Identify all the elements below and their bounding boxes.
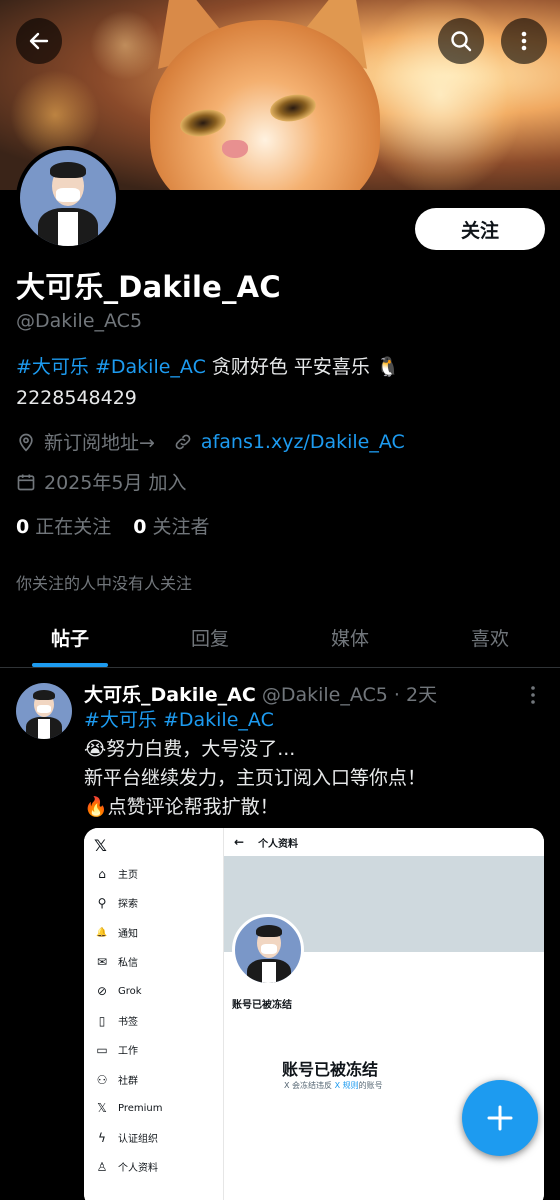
cat-nose: [222, 140, 248, 158]
back-button[interactable]: [16, 18, 62, 64]
bio-number: 2228548429: [16, 387, 137, 409]
avatar-hair: [33, 690, 55, 700]
embedded-nav-item: ⚇ 社群: [94, 1072, 138, 1088]
follow-button[interactable]: 关注: [415, 208, 545, 250]
search-button[interactable]: [438, 18, 484, 64]
embedded-nav-item: 𝕏 Premium: [94, 1101, 162, 1115]
post-hashtags[interactable]: #大可乐 #Dakile_AC: [84, 706, 544, 735]
post-line: 新平台继续发力，主页订阅入口等你点！: [84, 767, 427, 789]
search-icon: ⚲: [97, 895, 107, 910]
following-count: 0: [16, 516, 30, 538]
tab-posts[interactable]: 帖子: [0, 608, 140, 667]
link-icon: [175, 434, 191, 449]
plus-icon: [487, 1105, 513, 1131]
tab-likes[interactable]: 喜欢: [420, 608, 560, 667]
calendar-icon: [17, 474, 35, 490]
embedded-nav-item: ▯ 书签: [94, 1013, 138, 1029]
bio-text: 贪财好色 平安喜乐 🐧: [205, 356, 400, 378]
avatar-image: [20, 150, 116, 246]
embedded-nav-item: ⚲ 探索: [94, 895, 138, 911]
embedded-nav-item: ✉ 私信: [94, 954, 138, 970]
profile-joined-row: 2025年5月 加入: [16, 468, 186, 495]
post-more-icon[interactable]: [524, 684, 542, 706]
more-options-button[interactable]: [501, 18, 547, 64]
mail-icon: ✉: [96, 954, 108, 969]
followers-you-know-text: 你关注的人中没有人关注: [16, 574, 193, 593]
briefcase-icon: ▭: [96, 1042, 108, 1057]
home-icon: ⌂: [98, 866, 106, 881]
profile-bio: #大可乐 #Dakile_AC 贪财好色 平安喜乐 🐧 2228548429: [16, 352, 546, 414]
bio-hashtag[interactable]: #大可乐: [16, 356, 89, 378]
profile-tabs: 帖子 回复 媒体 喜欢: [0, 608, 560, 668]
profile-website-link[interactable]: afans1.xyz/Dakile_AC: [201, 431, 405, 453]
post-line: 🔥点赞评论帮我扩散！: [84, 796, 279, 818]
location-icon: [19, 433, 33, 452]
arrow-left-icon: [29, 32, 49, 50]
x-logo-icon: 𝕏: [94, 836, 107, 855]
person-icon: ♙: [96, 1159, 108, 1174]
embedded-nav-item: ♙ 个人资料: [94, 1159, 158, 1175]
avatar-shirt: [262, 962, 276, 983]
embedded-frozen-note: X 会冻结违反 X 规则的账号: [284, 1081, 383, 1090]
followers-count: 0: [133, 516, 147, 538]
followers-stat[interactable]: 0 关注者: [133, 512, 209, 539]
embedded-header-title: 个人资料: [258, 838, 299, 850]
avatar-mask: [56, 188, 80, 202]
avatar-mask: [261, 944, 277, 954]
community-icon: ⚇: [96, 1072, 108, 1087]
embedded-sidebar: 𝕏 ⌂ 主页 ⚲ 探索 🔔 通知 ✉ 私信 ⊘ Grok ▯ 书签 ▭ 工作 ⚇ 社群 𝕏 Pre…: [84, 828, 224, 1200]
arrow-left-icon: ←: [234, 835, 245, 849]
profile-avatar[interactable]: [16, 146, 120, 250]
tab-replies[interactable]: 回复: [140, 608, 280, 667]
post-line: 😭努力白费，大号没了...: [84, 738, 296, 760]
banner-light: [360, 0, 520, 190]
embedded-avatar: [232, 914, 304, 986]
profile-meta-row: 新订阅地址→ afans1.xyz/Dakile_AC: [16, 428, 405, 455]
avatar-hair: [256, 925, 282, 937]
embedded-nav-item: ▭ 工作: [94, 1042, 138, 1058]
bio-hashtag[interactable]: #Dakile_AC: [95, 356, 206, 378]
avatar-shirt: [58, 212, 78, 246]
tab-media[interactable]: 媒体: [280, 608, 420, 667]
avatar-hair: [50, 162, 86, 178]
post-avatar[interactable]: [16, 683, 72, 739]
lightning-icon: ϟ: [98, 1130, 106, 1145]
embedded-nav-item: ⊘ Grok: [94, 984, 142, 998]
post-body: #大可乐 #Dakile_AC 😭努力白费，大号没了... 新平台继续发力，主页…: [84, 706, 544, 822]
embedded-frozen-title: 账号已被冻结: [282, 1060, 379, 1079]
following-label: 正在关注: [35, 516, 112, 538]
post-timestamp: · 2天: [387, 684, 438, 706]
post-author-handle[interactable]: @Dakile_AC5: [262, 684, 388, 706]
profile-joined-date: 2025年5月 加入: [44, 472, 187, 494]
bell-icon: 🔔: [96, 927, 108, 938]
embedded-topbar: ← 个人资料: [224, 828, 544, 856]
follow-stats: 0 正在关注 0 关注者: [16, 512, 232, 539]
active-tab-indicator: [32, 663, 108, 667]
embedded-nav-item: ϟ 认证组织: [94, 1130, 158, 1146]
embedded-frozen-label: 账号已被冻结: [232, 1000, 292, 1011]
profile-location: 新订阅地址→: [44, 432, 155, 454]
post-header: 大可乐_Dakile_AC @Dakile_AC5 · 2天: [84, 680, 437, 707]
display-name: 大可乐_Dakile_AC: [16, 270, 281, 304]
x-premium-icon: 𝕏: [97, 1101, 107, 1115]
embedded-nav-item: ⌂ 主页: [94, 866, 138, 882]
bookmark-icon: ▯: [98, 1013, 106, 1028]
avatar-mask: [37, 705, 51, 713]
following-stat[interactable]: 0 正在关注: [16, 512, 111, 539]
more-vertical-icon: [521, 31, 527, 51]
embedded-nav-item: 🔔 通知: [94, 925, 138, 941]
user-handle: @Dakile_AC5: [16, 310, 143, 332]
compose-button[interactable]: [462, 1080, 538, 1156]
followers-label: 关注者: [152, 516, 210, 538]
grok-icon: ⊘: [96, 984, 108, 998]
post-author-name[interactable]: 大可乐_Dakile_AC: [84, 684, 256, 706]
search-icon: [451, 31, 472, 52]
avatar-shirt: [38, 719, 50, 739]
